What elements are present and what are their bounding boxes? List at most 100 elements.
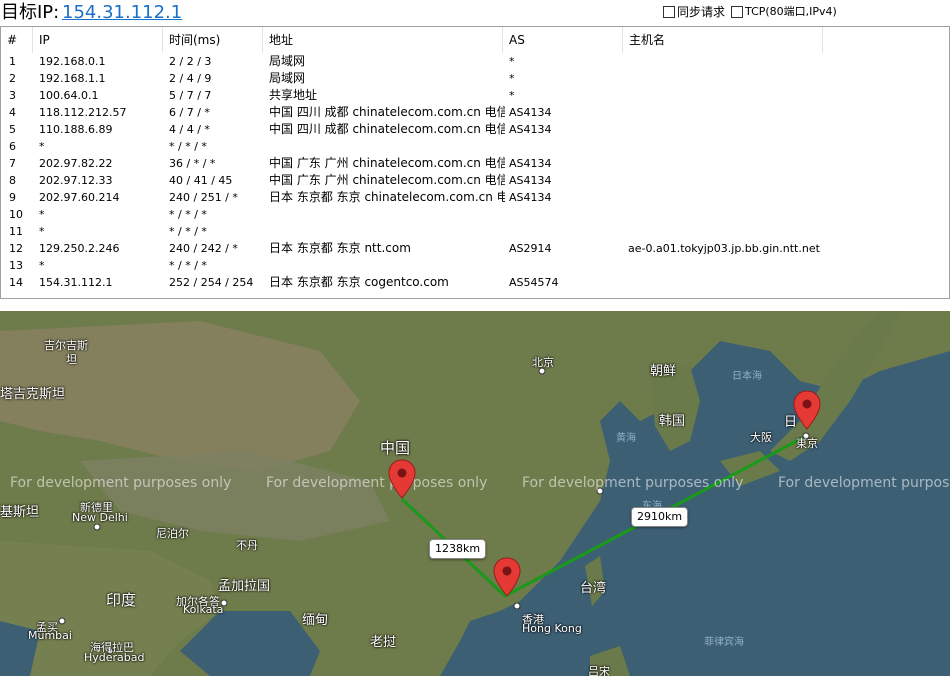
target-ip-link[interactable]: 154.31.112.1 — [62, 2, 182, 24]
map-background — [0, 311, 950, 676]
latency-cell: 40 / 41 / 45 — [169, 174, 233, 187]
label-philippine-sea: 菲律宾海 — [704, 637, 744, 648]
as-cell: * — [509, 89, 515, 102]
map-pin-guangzhou-icon[interactable] — [493, 557, 521, 597]
label-bangladesh: 孟加拉国 — [218, 579, 271, 594]
label-tokyo: 東京 — [796, 437, 818, 450]
table-row[interactable]: 13 * * / * / * — [1, 257, 949, 274]
label-kolkata: Kolkata — [183, 603, 224, 616]
col-header-index[interactable]: # — [1, 27, 33, 53]
table-row[interactable]: 1 192.168.0.1 2 / 2 / 3 局域网 * — [1, 53, 949, 70]
col-header-time[interactable]: 时间(ms) — [163, 27, 263, 53]
top-bar: 目标IP: 154.31.112.1 同步请求 TCP(80端口,IPv4) — [0, 0, 950, 26]
label-india: 印度 — [106, 591, 137, 609]
label-kyrgyz-stan: 坦 — [66, 353, 77, 366]
hop-number-cell: 7 — [9, 157, 16, 170]
label-hyderabad: Hyderabad — [84, 651, 145, 664]
col-header-address[interactable]: 地址 — [263, 27, 503, 53]
as-cell: AS4134 — [509, 123, 552, 136]
table-row[interactable]: 14 154.31.112.1 252 / 254 / 254 日本 东京都 东京 c… — [1, 274, 949, 291]
hostname-cell: ae-0.a01.tokyjp03.jp.bb.gin.ntt.net — [628, 242, 820, 255]
latency-cell: 240 / 251 / * — [169, 191, 238, 204]
hop-number-cell: 12 — [9, 242, 23, 255]
label-nepal: 尼泊尔 — [156, 527, 189, 540]
ip-cell: 202.97.12.33 — [39, 174, 113, 187]
address-cell: 中国 广东 广州 chinatelecom.com.cn 电信 — [269, 156, 505, 170]
hop-number-cell: 5 — [9, 123, 16, 136]
label-tajikistan: 塔吉克斯坦 — [0, 387, 66, 402]
latency-cell: 252 / 254 / 254 — [169, 276, 254, 289]
distance-label-1: 1238km — [429, 539, 487, 559]
table-row[interactable]: 7 202.97.82.22 36 / * / * 中国 广东 广州 chinatel… — [1, 155, 949, 172]
as-cell: AS4134 — [509, 106, 552, 119]
label-myanmar: 缅甸 — [302, 613, 329, 628]
label-yellow-sea: 黄海 — [616, 433, 636, 444]
address-cell: 日本 东京都 东京 ntt.com — [269, 241, 411, 255]
hostname-cell — [628, 206, 948, 223]
watermark-1: For development purposes only — [10, 475, 232, 491]
hostname-cell — [628, 257, 948, 274]
map-pin-chengdu-icon[interactable] — [388, 459, 416, 499]
watermark-4: For development purposes only — [778, 475, 950, 491]
map-pin-tokyo-icon[interactable] — [793, 390, 821, 430]
hop-number-cell: 3 — [9, 89, 16, 102]
label-south-korea: 韩国 — [659, 414, 686, 429]
hostname-cell — [628, 189, 948, 206]
hostname-cell — [628, 70, 948, 87]
hostname-cell — [628, 121, 948, 138]
latency-cell: * / * / * — [169, 140, 207, 153]
hop-number-cell: 10 — [9, 208, 23, 221]
watermark-3: For development purposes only — [522, 475, 744, 491]
hop-number-cell: 1 — [9, 55, 16, 68]
col-header-as[interactable]: AS — [503, 27, 623, 53]
table-row[interactable]: 8 202.97.12.33 40 / 41 / 45 中国 广东 广州 chinat… — [1, 172, 949, 189]
ip-cell: * — [39, 140, 45, 153]
table-row[interactable]: 10 * * / * / * — [1, 206, 949, 223]
latency-cell: 36 / * / * — [169, 157, 216, 170]
table-row[interactable]: 5 110.188.6.89 4 / 4 / * 中国 四川 成都 chinatele… — [1, 121, 949, 138]
hostname-cell — [628, 53, 948, 70]
table-row[interactable]: 9 202.97.60.214 240 / 251 / * 日本 东京都 东京 chi… — [1, 189, 949, 206]
address-cell: 日本 东京都 东京 chinatelecom.com.cn 电信 — [269, 190, 505, 204]
as-cell: AS54574 — [509, 276, 559, 289]
latency-cell: 4 / 4 / * — [169, 123, 210, 136]
latency-cell: 2 / 2 / 3 — [169, 55, 212, 68]
table-row[interactable]: 2 192.168.1.1 2 / 4 / 9 局域网 * — [1, 70, 949, 87]
label-bhutan: 不丹 — [236, 539, 258, 552]
tcp-checkbox[interactable] — [731, 6, 743, 18]
ip-cell: 154.31.112.1 — [39, 276, 113, 289]
as-cell: AS4134 — [509, 157, 552, 170]
tcp-option[interactable]: TCP(80端口,IPv4) — [731, 5, 837, 19]
table-row[interactable]: 6 * * / * / * — [1, 138, 949, 155]
col-header-ip[interactable]: IP — [33, 27, 163, 53]
label-laos: 老挝 — [370, 635, 397, 650]
hostname-cell — [628, 87, 948, 104]
as-cell — [509, 257, 623, 274]
latency-cell: 240 / 242 / * — [169, 242, 238, 255]
col-header-hostname[interactable]: 主机名 — [623, 27, 823, 53]
as-cell — [509, 223, 623, 240]
sync-request-checkbox[interactable] — [663, 6, 675, 18]
label-mumbai: Mumbai — [28, 629, 72, 642]
ip-cell: 100.64.0.1 — [39, 89, 99, 102]
ip-cell: 129.250.2.246 — [39, 242, 120, 255]
label-north-korea: 朝鲜 — [650, 364, 677, 379]
table-row[interactable]: 3 100.64.0.1 5 / 7 / 7 共享地址 * — [1, 87, 949, 104]
sync-request-option[interactable]: 同步请求 — [663, 5, 725, 19]
hostname-cell — [628, 138, 948, 155]
table-row[interactable]: 12 129.250.2.246 240 / 242 / * 日本 东京都 东京 nt… — [1, 240, 949, 257]
table-row[interactable]: 11 * * / * / * — [1, 223, 949, 240]
hop-number-cell: 4 — [9, 106, 16, 119]
latency-cell: * / * / * — [169, 208, 207, 221]
hostname-cell — [628, 104, 948, 121]
address-cell: 局域网 — [269, 71, 306, 85]
hop-number-cell: 2 — [9, 72, 16, 85]
latency-cell: * / * / * — [169, 225, 207, 238]
hop-number-cell: 13 — [9, 259, 23, 272]
address-cell — [269, 138, 505, 155]
label-taiwan: 台湾 — [580, 581, 607, 596]
ip-cell: * — [39, 259, 45, 272]
table-row[interactable]: 4 118.112.212.57 6 / 7 / * 中国 四川 成都 chinate… — [1, 104, 949, 121]
hop-number-cell: 14 — [9, 276, 23, 289]
route-map[interactable]: For development purposes only For develo… — [0, 311, 950, 676]
